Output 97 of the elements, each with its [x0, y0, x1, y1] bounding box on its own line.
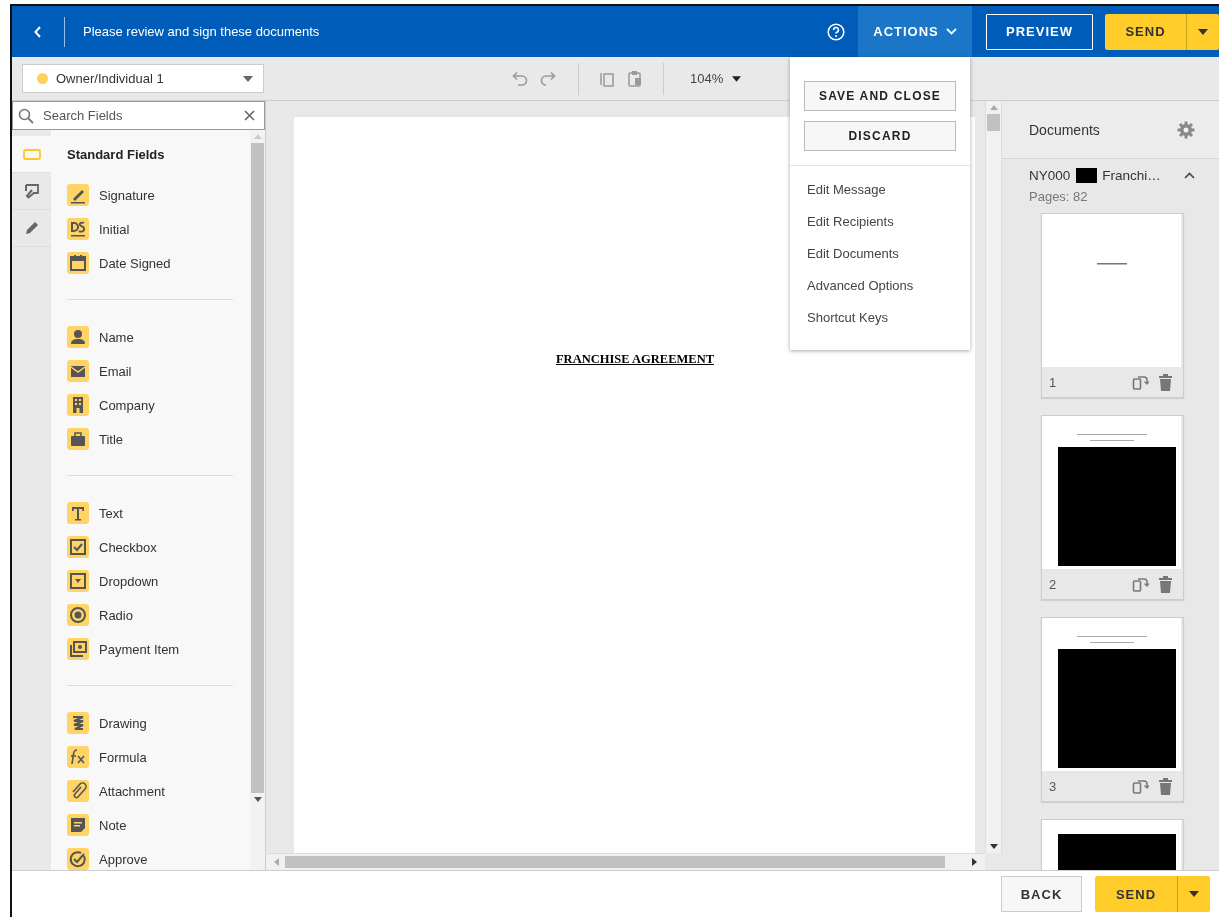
field-item[interactable]: Payment Item — [67, 638, 233, 660]
field-item[interactable]: Radio — [67, 604, 233, 626]
undo-icon[interactable] — [510, 70, 528, 87]
preview-button[interactable]: PREVIEW — [986, 13, 1093, 50]
page-number: 1 — [1049, 374, 1057, 390]
menu-item[interactable]: Shortcut Keys — [807, 310, 970, 342]
section-title: Standard Fields — [67, 147, 166, 162]
page-count: Pages: 82 — [1029, 189, 1089, 204]
field-item[interactable]: Note — [67, 814, 233, 836]
attachment-field-icon — [67, 780, 89, 802]
scroll-right-arrow-icon[interactable] — [972, 858, 977, 866]
menu-button[interactable]: DISCARD — [804, 121, 956, 151]
search-field[interactable]: Search Fields — [12, 101, 265, 130]
recipient-name: Owner/Individual 1 — [56, 71, 165, 86]
caret-icon — [243, 75, 253, 82]
send-button[interactable]: SEND — [1105, 13, 1186, 50]
initial-field-icon — [67, 218, 89, 240]
note-field-icon — [67, 814, 89, 836]
page-number: 3 — [1049, 778, 1057, 794]
chevron-up-icon[interactable] — [1183, 172, 1195, 179]
horizontal-scrollbar[interactable] — [266, 853, 985, 870]
help-icon[interactable] — [827, 22, 845, 41]
send-button[interactable]: SEND — [1095, 876, 1177, 912]
settings-icon[interactable] — [1177, 120, 1195, 139]
field-item[interactable]: Name — [67, 326, 233, 348]
name-field-icon — [67, 326, 89, 348]
caret-icon — [1198, 28, 1208, 35]
redaction-block — [1076, 168, 1098, 183]
formula-field-icon — [67, 746, 89, 768]
payment-field-icon — [67, 638, 89, 660]
menu-item[interactable]: Edit Message — [807, 182, 970, 214]
scroll-down-arrow-icon[interactable] — [253, 797, 262, 802]
scroll-thumb[interactable] — [251, 143, 264, 793]
document-name[interactable]: Franchi… — [1102, 168, 1161, 183]
field-item[interactable]: Checkbox — [67, 536, 233, 558]
rotate-page-icon[interactable] — [1132, 778, 1149, 794]
scroll-thumb[interactable] — [987, 114, 1000, 131]
document-name-prefix: NY000 — [1029, 168, 1071, 183]
scroll-left-arrow-icon[interactable] — [274, 858, 279, 866]
page-title: Please review and sign these documents — [83, 24, 320, 39]
menu-item[interactable]: Advanced Options — [807, 278, 970, 310]
email-field-icon — [67, 360, 89, 382]
actions-button[interactable]: ACTIONS — [858, 6, 972, 57]
approve-field-icon — [67, 848, 89, 870]
scrollbar[interactable] — [250, 130, 265, 870]
scroll-up-arrow-icon[interactable] — [989, 105, 998, 110]
scroll-thumb[interactable] — [285, 856, 945, 868]
radio-field-icon — [67, 604, 89, 626]
field-item[interactable]: Approve — [67, 848, 233, 870]
paste-icon[interactable] — [627, 69, 643, 88]
chevron-down-icon — [945, 28, 957, 35]
field-item[interactable]: Title — [67, 428, 233, 450]
field-item[interactable]: Drawing — [67, 712, 233, 734]
drawing-field-icon — [67, 712, 89, 734]
back-button[interactable]: BACK — [1001, 876, 1082, 912]
wrench-monitor-icon — [22, 182, 41, 200]
caret-icon — [732, 75, 742, 82]
menu-button[interactable]: SAVE AND CLOSE — [804, 81, 956, 111]
trash-icon[interactable] — [1158, 373, 1173, 391]
chevron-left-icon — [34, 25, 42, 38]
menu-item[interactable]: Edit Recipients — [807, 214, 970, 246]
panel-title: Documents — [1029, 121, 1100, 138]
trash-icon[interactable] — [1158, 575, 1173, 593]
menu-item[interactable]: Edit Documents — [807, 246, 970, 278]
checkbox-field-icon — [67, 536, 89, 558]
signature-field-icon — [67, 184, 89, 206]
company-field-icon — [67, 394, 89, 416]
field-item[interactable]: Initial — [67, 218, 233, 240]
field-item[interactable]: Company — [67, 394, 233, 416]
scroll-down-arrow-icon[interactable] — [989, 844, 998, 849]
trash-icon[interactable] — [1158, 777, 1173, 795]
redo-icon[interactable] — [540, 70, 558, 87]
page-card[interactable]: 3 — [1041, 617, 1184, 802]
text-field-icon — [67, 502, 89, 524]
field-item[interactable]: Signature — [67, 184, 233, 206]
document-heading: FRANCHISE AGREEMENT — [556, 352, 714, 367]
field-item[interactable]: Attachment — [67, 780, 233, 802]
caret-icon — [1189, 891, 1199, 897]
field-item[interactable]: Formula — [67, 746, 233, 768]
page-number: 2 — [1049, 576, 1057, 592]
rotate-page-icon[interactable] — [1132, 576, 1149, 592]
field-item[interactable]: Date Signed — [67, 252, 233, 274]
field-item[interactable]: Dropdown — [67, 570, 233, 592]
date-field-icon — [67, 252, 89, 274]
zoom-select[interactable]: 104% — [684, 71, 742, 86]
dropdown-field-icon — [67, 570, 89, 592]
title-field-icon — [67, 428, 89, 450]
recipient-select[interactable]: Owner/Individual 1 — [22, 64, 264, 93]
scrollbar[interactable] — [985, 101, 1002, 853]
field-rectangle-icon — [22, 148, 41, 160]
field-item[interactable]: Email — [67, 360, 233, 382]
search-icon — [18, 108, 34, 124]
page-card[interactable]: 1 — [1041, 213, 1184, 398]
rotate-page-icon[interactable] — [1132, 374, 1149, 390]
page-card[interactable]: 2 — [1041, 415, 1184, 600]
close-icon[interactable] — [244, 110, 255, 121]
field-item[interactable]: Text — [67, 502, 233, 524]
